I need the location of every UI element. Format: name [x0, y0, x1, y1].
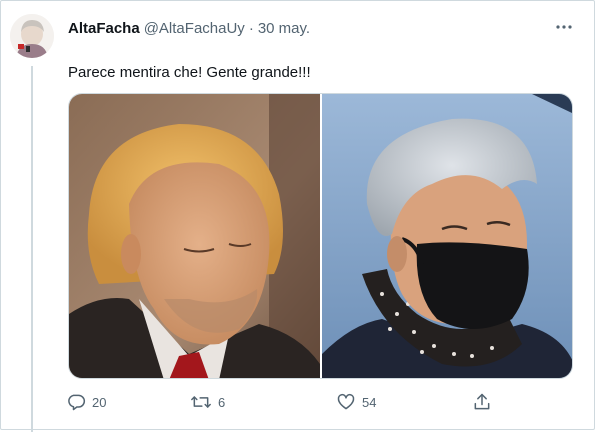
retweet-button[interactable]: 6	[190, 388, 225, 416]
like-button[interactable]: 54	[336, 388, 376, 416]
like-count: 54	[362, 394, 377, 410]
reply-button[interactable]: 20	[66, 388, 106, 416]
tweet-text: Parece mentira che! Gente grande!!!	[68, 64, 311, 81]
share-icon	[474, 393, 490, 410]
share-button[interactable]	[472, 388, 492, 416]
separator-dot: ·	[248, 19, 254, 37]
retweet-icon	[191, 396, 211, 408]
tweet-actions: 20 6 54	[62, 388, 512, 416]
tweet-date[interactable]: 30 may.	[258, 20, 310, 37]
thread-line	[31, 66, 33, 432]
media-divider	[320, 94, 322, 378]
photo-right[interactable]	[322, 94, 572, 378]
display-name[interactable]: AltaFacha	[68, 20, 140, 37]
reply-count: 20	[92, 394, 107, 410]
retweet-count: 6	[218, 394, 226, 410]
user-handle[interactable]: @AltaFachaUy	[144, 20, 245, 37]
reply-icon	[68, 394, 86, 411]
tweet-header: AltaFacha @AltaFachaUy · 30 may.	[68, 18, 310, 38]
heart-icon	[337, 393, 355, 410]
avatar[interactable]	[10, 14, 54, 58]
tweet-media[interactable]	[68, 93, 573, 379]
photo-left[interactable]	[69, 94, 320, 378]
more-icon[interactable]	[553, 16, 575, 38]
